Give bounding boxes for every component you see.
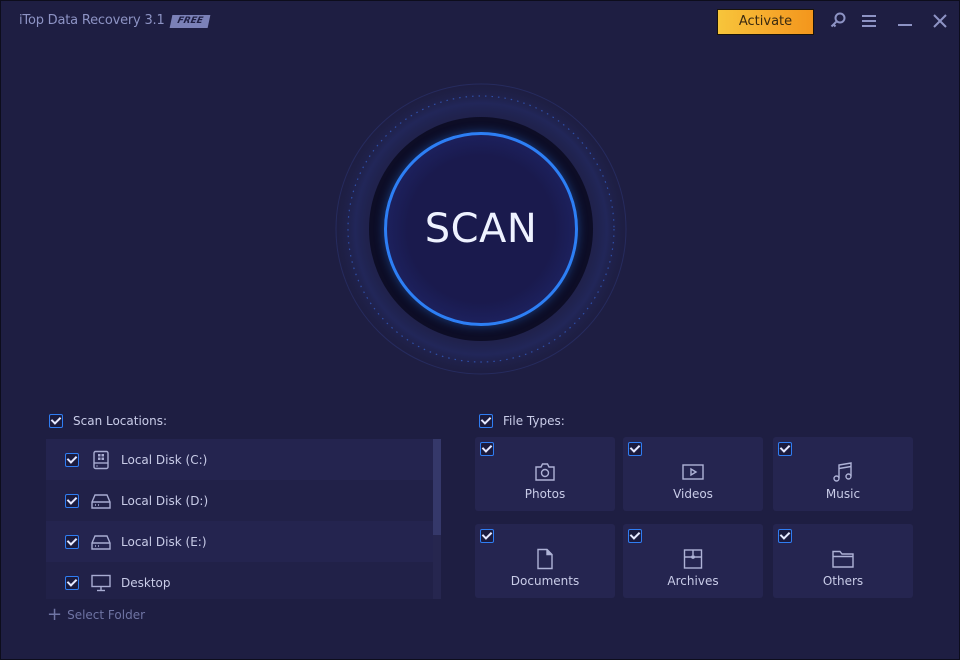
file-type-documents[interactable]: Documents (475, 524, 615, 598)
location-checkbox[interactable] (65, 575, 79, 590)
location-checkbox[interactable] (65, 534, 79, 549)
file-types-label: File Types: (503, 414, 565, 428)
file-type-label: Others (822, 574, 864, 588)
location-item-d[interactable]: Local Disk (D:) (46, 480, 441, 521)
file-type-music[interactable]: Music (773, 437, 913, 511)
scan-area: SCAN (331, 79, 631, 379)
file-type-label: Archives (667, 574, 719, 588)
plus-icon: + (47, 604, 63, 625)
key-icon[interactable] (828, 11, 848, 31)
file-type-checkbox[interactable] (778, 442, 792, 456)
scan-locations-checkbox[interactable] (49, 414, 63, 428)
locations-scrollbar[interactable] (433, 439, 441, 599)
file-types-checkbox[interactable] (479, 414, 493, 428)
location-item-c[interactable]: Local Disk (C:) (46, 439, 441, 480)
menu-icon[interactable] (859, 11, 879, 31)
close-icon[interactable] (930, 11, 950, 31)
location-item-e[interactable]: Local Disk (E:) (46, 521, 441, 562)
select-folder-button[interactable]: + Select Folder (47, 604, 146, 625)
location-label: Local Disk (D:) (121, 493, 209, 508)
file-type-label: Photos (524, 487, 566, 501)
scan-button[interactable]: SCAN (384, 132, 578, 326)
drive-icon (90, 491, 112, 511)
select-folder-label: Select Folder (67, 608, 146, 622)
file-type-checkbox[interactable] (628, 529, 642, 543)
file-type-archives[interactable]: Archives (623, 524, 763, 598)
scan-locations-header: Scan Locations: (49, 414, 167, 428)
free-badge: FREE (169, 15, 211, 28)
folder-icon (831, 548, 855, 570)
location-label: Local Disk (C:) (121, 452, 208, 467)
camera-icon (533, 461, 557, 483)
file-types-header: File Types: (479, 414, 565, 428)
archive-icon (681, 548, 705, 570)
scan-locations-label: Scan Locations: (73, 414, 168, 428)
file-type-others[interactable]: Others (773, 524, 913, 598)
file-type-checkbox[interactable] (778, 529, 792, 543)
app-title: iTop Data Recovery 3.1 (19, 13, 165, 28)
scan-label: SCAN (424, 206, 538, 252)
file-type-checkbox[interactable] (628, 442, 642, 456)
scrollbar-thumb[interactable] (433, 439, 441, 535)
file-type-checkbox[interactable] (480, 529, 494, 543)
title-bar: iTop Data Recovery 3.1 FREE Activate (1, 1, 959, 43)
app-window: iTop Data Recovery 3.1 FREE Activate SCA… (0, 0, 960, 660)
drive-icon (90, 532, 112, 552)
windows-drive-icon (90, 450, 112, 470)
scan-locations-list: Local Disk (C:) Local Disk (D:) Local Di… (46, 439, 441, 599)
location-label: Local Disk (E:) (121, 534, 207, 549)
file-type-videos[interactable]: Videos (623, 437, 763, 511)
location-checkbox[interactable] (65, 452, 79, 467)
file-type-label: Videos (673, 487, 713, 501)
location-label: Desktop (121, 575, 171, 590)
music-icon (831, 461, 855, 483)
file-type-photos[interactable]: Photos (475, 437, 615, 511)
minimize-icon[interactable] (895, 11, 915, 31)
file-type-label: Documents (510, 574, 580, 588)
location-checkbox[interactable] (65, 493, 79, 508)
file-type-checkbox[interactable] (480, 442, 494, 456)
file-type-label: Music (825, 487, 861, 501)
monitor-icon (90, 573, 112, 593)
document-icon (533, 548, 557, 570)
activate-button[interactable]: Activate (717, 9, 814, 35)
location-item-desktop[interactable]: Desktop (46, 562, 441, 599)
video-icon (681, 461, 705, 483)
